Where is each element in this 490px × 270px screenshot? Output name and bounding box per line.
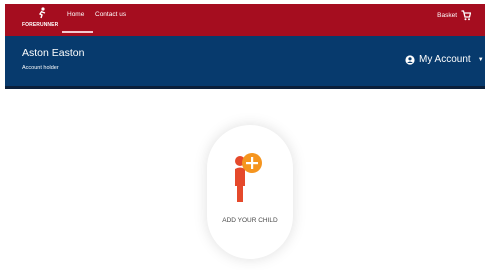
cart-icon	[461, 10, 471, 21]
user-circle-icon	[405, 54, 415, 65]
forerunner-logo[interactable]: FORERUNNER	[22, 4, 58, 34]
nav-contact-link[interactable]: Contact us	[95, 11, 126, 18]
caret-down-icon: ▼	[477, 56, 484, 63]
account-bar: Aston Easton Account holder My Account ▼	[5, 36, 485, 86]
add-child-button[interactable]: ADD YOUR CHILD	[207, 125, 293, 259]
add-child-label: ADD YOUR CHILD	[222, 217, 278, 224]
nav-home-link[interactable]: Home	[67, 11, 84, 18]
logo-text: FORERUNNER	[22, 22, 59, 28]
user-name: Aston Easton	[22, 47, 85, 59]
add-child-icon	[235, 153, 262, 202]
my-account-label: My Account	[419, 54, 471, 65]
user-role: Account holder	[22, 65, 59, 71]
basket-label: Basket	[437, 12, 457, 19]
account-bar-divider	[5, 86, 485, 89]
logo-runner-icon	[38, 7, 46, 19]
basket-button[interactable]: Basket	[437, 10, 471, 21]
my-account-dropdown[interactable]: My Account ▼	[405, 54, 484, 65]
active-nav-indicator	[62, 31, 93, 33]
top-nav-bar: FORERUNNER Home Contact us Basket	[5, 4, 485, 36]
